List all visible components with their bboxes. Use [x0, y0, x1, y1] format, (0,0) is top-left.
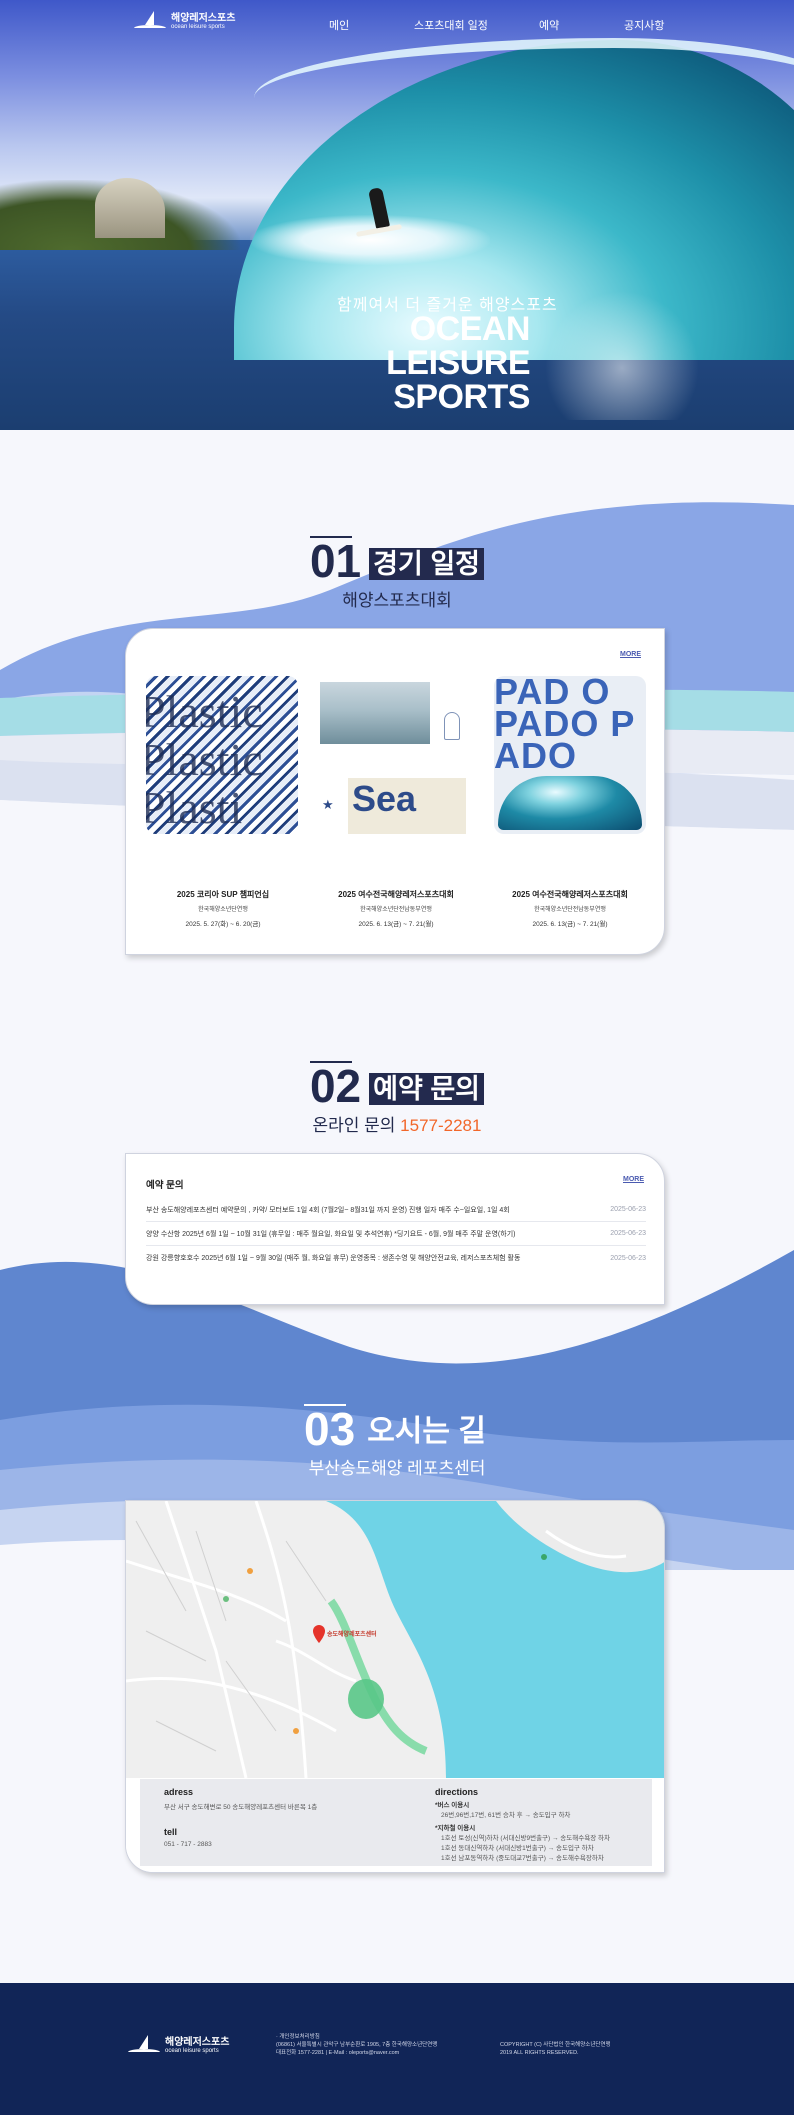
notice-row[interactable]: 부산 송도해양레포츠센터 예약문의 , 카약/ 모터보트 1일 4회 (7월2일… [146, 1198, 646, 1222]
reservation-box-title: 예약 문의 [146, 1180, 184, 1191]
section-title: 경기 일정 [369, 548, 485, 580]
schedule-card: MORE Plastic Plastic Plasti ★ Sea PAD O … [125, 628, 665, 955]
reservation-more-link[interactable]: MORE [623, 1176, 644, 1183]
bus-label: *버스 이용시 [435, 1802, 470, 1809]
nav-notice[interactable]: 공지사항 [624, 17, 664, 33]
nav-main[interactable]: 메인 [329, 17, 349, 33]
location-info: adress 부산 서구 송도해변로 50 송도해양레포츠센터 바른목 1층 t… [126, 1778, 664, 1872]
subway-label: *지하철 이용시 [435, 1825, 476, 1832]
section-number: 03 [304, 1403, 356, 1455]
section-title: 예약 문의 [369, 1073, 485, 1105]
star-icon: ★ [322, 798, 334, 813]
location-info-panel: adress 부산 서구 송도해변로 50 송도해양레포츠센터 바른목 1층 t… [140, 1779, 652, 1866]
copyright-line1: COPYRIGHT (C) 사단법인 한국해양소년단연맹 [500, 2042, 611, 2048]
tel-value: 051 - 717 - 2883 [164, 1841, 212, 1848]
hero-wave-lip [254, 38, 794, 98]
event-org: 한국해양소년단연맹 [198, 907, 248, 913]
nav-reservation[interactable]: 예약 [539, 17, 559, 33]
subway-route: 1호선 동대신역하차 (서대신방1번출구) → 송도입구 하차 [441, 1845, 594, 1852]
event-poster-sup[interactable]: Plastic Plastic Plasti [146, 676, 298, 834]
poster-sea-block: Sea [348, 778, 466, 834]
tel-label: tell [164, 1827, 178, 1837]
section-number: 01 [309, 535, 362, 587]
section-subtitle: 온라인 문의 1577-2281 [0, 1111, 794, 1136]
logo-name-ko: 해양레저스포츠 [171, 13, 236, 24]
hero-title-line1: OCEAN LEISURE [386, 310, 530, 382]
nav-schedule[interactable]: 스포츠대회 일정 [414, 17, 488, 33]
phone-number[interactable]: 1577-2281 [400, 1116, 481, 1135]
notice-row[interactable]: 양양 수산항 2025년 6월 1일 ~ 10월 31일 (휴무일 : 매주 월… [146, 1222, 646, 1246]
section-reservation-heading: 02 예약 문의 온라인 문의 1577-2281 [0, 1060, 794, 1136]
poster-text: PAD O PADO P ADO [494, 676, 635, 776]
poster-text: Sea [352, 778, 417, 819]
site-logo[interactable]: 해양레저스포츠 ocean leisure sports [134, 11, 235, 33]
notice-date: 2025-06-23 [610, 1230, 646, 1237]
hero-banner: 해양레저스포츠 ocean leisure sports 메인 스포츠대회 일정… [0, 0, 794, 430]
event-poster-sea[interactable]: ★ Sea [320, 676, 472, 834]
notice-row[interactable]: 강원 강릉향호호수 2025년 6월 1일 ~ 9월 30일 (매주 월, 화요… [146, 1246, 646, 1270]
logo-wave-icon [134, 11, 166, 33]
footer-info: · 개인정보처리방침 (06861) 서울특별시 관악구 남부순환로 1905,… [276, 2033, 437, 2057]
footer-logo[interactable]: 해양레저스포츠 ocean leisure sports [128, 2035, 229, 2057]
footer-contact: 대표전화 1577-2281 | E-Mail : oleports@naver… [276, 2050, 400, 2056]
event-poster-pado[interactable]: PAD O PADO P ADO [494, 676, 646, 834]
poster-photo [320, 682, 430, 744]
section-location-heading: 03 오시는 길 부산송도해양 레포츠센터 [0, 1403, 794, 1479]
section-title: 오시는 길 [367, 1415, 486, 1448]
section-schedule-heading: 01 경기 일정 해양스포츠대회 [0, 535, 794, 611]
event-title[interactable]: 2025 여수전국해양레저스포츠대회 [485, 889, 655, 900]
copyright-line2: 2019 ALL RIGHTS RESERVED. [500, 2050, 579, 2056]
subway-route: 1호선 토성(신역)하차 (서대신방9번출구) → 송도해수욕장 하차 [441, 1835, 610, 1842]
logo-name-en: ocean leisure sports [171, 24, 225, 30]
notice-date: 2025-06-23 [610, 1254, 646, 1262]
hero-title-line2: SPORTS [393, 378, 530, 416]
event-title[interactable]: 2025 여수전국해양레저스포츠대회 [311, 889, 481, 900]
location-card: 송도해양레포츠센터 adress 부산 서구 송도해변로 50 송도해양레포츠센… [125, 1500, 665, 1873]
event-date: 2025. 5. 27(화) ~ 6. 20(금) [185, 921, 261, 928]
logo-name-en: ocean leisure sports [165, 2048, 219, 2054]
event-date: 2025. 6. 13(금) ~ 7. 21(월) [532, 921, 608, 928]
notice-text: 양양 수산항 2025년 6월 1일 ~ 10월 31일 (휴무일 : 매주 월… [146, 1230, 516, 1238]
logo-name-ko: 해양레저스포츠 [165, 2037, 230, 2048]
footer-address: (06861) 서울특별시 관악구 남부순환로 1905, 7층 한국해양소년단… [276, 2042, 438, 2048]
subway-route: 1호선 남포동역하차 (중도대교7번출구) → 송도해수욕장하차 [441, 1855, 604, 1862]
map-graphic [126, 1501, 664, 1778]
section-subtitle: 부산송도해양 레포츠센터 [308, 1459, 486, 1478]
hero-sparkle [534, 290, 754, 420]
address-value: 부산 서구 송도해변로 50 송도해양레포츠센터 바른목 1층 [164, 1804, 318, 1811]
event-org: 한국해양소년단전남동부연맹 [360, 907, 432, 913]
notice-text: 강원 강릉향호호수 2025년 6월 1일 ~ 9월 30일 (매주 월, 화요… [146, 1255, 521, 1262]
hero-title: OCEAN LEISURE SPORTS [285, 312, 530, 414]
hero-foam [250, 215, 490, 265]
schedule-more-link[interactable]: MORE [620, 651, 641, 658]
online-inquiry-label: 온라인 문의 [312, 1116, 396, 1135]
poster-text: Plastic Plastic Plasti [146, 686, 263, 833]
section-subtitle: 해양스포츠대회 [342, 591, 452, 610]
privacy-policy-link[interactable]: · 개인정보처리방침 [276, 2033, 437, 2041]
section-number: 02 [309, 1060, 362, 1112]
footer-copyright: COPYRIGHT (C) 사단법인 한국해양소년단연맹 2019 ALL RI… [500, 2041, 611, 2057]
reservation-card: 예약 문의 MORE 부산 송도해양레포츠센터 예약문의 , 카약/ 모터보트 … [125, 1153, 665, 1305]
notice-date: 2025-06-23 [610, 1206, 646, 1213]
address-label: adress [164, 1787, 194, 1797]
event-title[interactable]: 2025 코리아 SUP 챔피언십 [138, 889, 308, 900]
location-map[interactable]: 송도해양레포츠센터 [126, 1501, 664, 1778]
event-date: 2025. 6. 13(금) ~ 7. 21(월) [358, 921, 434, 928]
jellyfish-icon [444, 712, 460, 740]
logo-wave-icon [128, 2035, 160, 2057]
site-footer: 해양레저스포츠 ocean leisure sports · 개인정보처리방침 … [0, 1983, 794, 2115]
directions-label: directions [435, 1787, 479, 1797]
map-pin-label: 송도해양레포츠센터 [327, 1632, 377, 1638]
notice-text: 부산 송도해양레포츠센터 예약문의 , 카약/ 모터보트 1일 4회 (7월2일… [146, 1206, 510, 1214]
event-org: 한국해양소년단전남동부연맹 [534, 907, 606, 913]
bus-value: 26번,96번,17번, 61번 승차 후 → 송도입구 하차 [441, 1812, 571, 1819]
poster-wave [498, 776, 642, 830]
